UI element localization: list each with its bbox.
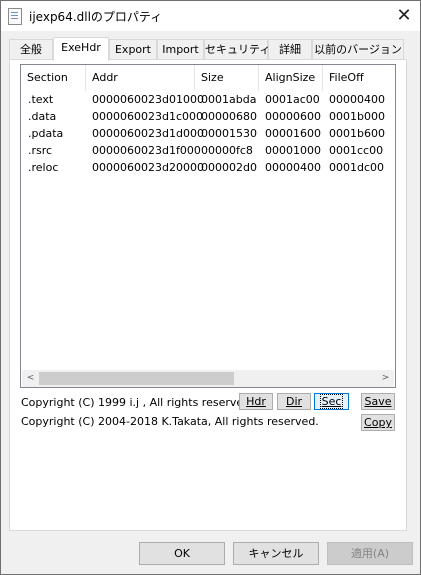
cell-alignsize: 00001600: [265, 127, 321, 140]
cell-addr: 0000060023d01000: [92, 93, 204, 106]
tab-security[interactable]: セキュリティ: [204, 39, 270, 59]
scrollbar-thumb[interactable]: [39, 372, 234, 385]
cell-addr: 0000060023d1f000: [92, 144, 201, 157]
close-icon[interactable]: ✕: [391, 4, 417, 28]
column-header-alignsize[interactable]: AlignSize: [259, 65, 323, 91]
column-header-size[interactable]: Size: [195, 65, 259, 91]
cell-section: .text: [28, 93, 54, 106]
copy-button[interactable]: Copy: [361, 414, 395, 431]
dir-button[interactable]: Dir: [277, 393, 311, 410]
copyright-line-1: Copyright (C) 1999 i.j , All rights rese…: [21, 396, 254, 409]
tab-general[interactable]: 全般: [9, 39, 53, 59]
cell-section: .data: [28, 110, 57, 123]
column-header-section[interactable]: Section: [21, 65, 86, 91]
cell-alignsize: 00000400: [265, 161, 321, 174]
dir-button-label: Dir: [285, 395, 303, 408]
sec-button[interactable]: Sec: [314, 393, 349, 410]
cell-fileoff: 0001b000: [329, 110, 385, 123]
cell-section: .reloc: [28, 161, 59, 174]
cell-fileoff: 0001dc00: [329, 161, 385, 174]
column-header-addr[interactable]: Addr: [86, 65, 195, 91]
tab-export[interactable]: Export: [109, 39, 157, 59]
scroll-left-icon[interactable]: <: [22, 370, 39, 387]
cell-alignsize: 0001ac00: [265, 93, 320, 106]
cell-size: 00000fc8: [201, 144, 253, 157]
column-header-fileoff[interactable]: FileOff: [323, 65, 395, 91]
cell-section: .rsrc: [28, 144, 53, 157]
cancel-button[interactable]: キャンセル: [233, 542, 319, 565]
document-icon: [8, 8, 22, 25]
tab-details[interactable]: 詳細: [268, 39, 312, 59]
hdr-button-label: Hdr: [246, 395, 266, 408]
cell-addr: 0000060023d1c000: [92, 110, 204, 123]
hdr-button[interactable]: Hdr: [239, 393, 273, 410]
copy-button-label: Copy: [364, 416, 392, 429]
cell-alignsize: 00001000: [265, 144, 321, 157]
sec-button-label: Sec: [319, 394, 344, 409]
cell-addr: 0000060023d20000: [92, 161, 204, 174]
save-button[interactable]: Save: [361, 393, 395, 410]
cell-fileoff: 0001b600: [329, 127, 385, 140]
list-item[interactable]: .reloc 0000060023d20000 000002d0 0000040…: [21, 159, 395, 176]
tab-strip: 全般 ExeHdr Export Import セキュリティ 詳細 以前のバージ…: [1, 37, 420, 61]
title-bar: ijexp64.dllのプロパティ ✕: [1, 1, 420, 31]
list-item[interactable]: .text 0000060023d01000 0001abda 0001ac00…: [21, 91, 395, 108]
tab-exehdr[interactable]: ExeHdr: [53, 37, 109, 61]
cell-fileoff: 00000400: [329, 93, 385, 106]
properties-dialog: ijexp64.dllのプロパティ ✕ 全般 ExeHdr Export Imp…: [0, 0, 421, 575]
cell-size: 00001530: [201, 127, 257, 140]
cell-fileoff: 0001cc00: [329, 144, 384, 157]
cell-size: 00000680: [201, 110, 257, 123]
cell-size: 000002d0: [201, 161, 257, 174]
copyright-line-2: Copyright (C) 2004-2018 K.Takata, All ri…: [21, 415, 319, 428]
cell-size: 0001abda: [201, 93, 257, 106]
list-item[interactable]: .rsrc 0000060023d1f000 00000fc8 00001000…: [21, 142, 395, 159]
list-header: Section Addr Size AlignSize FileOff: [21, 65, 395, 91]
save-button-label: Save: [364, 395, 392, 408]
cell-addr: 0000060023d1d000: [92, 127, 204, 140]
cell-alignsize: 00000600: [265, 110, 321, 123]
apply-button[interactable]: 適用(A): [327, 542, 413, 565]
horizontal-scrollbar[interactable]: < >: [22, 370, 394, 387]
ok-button[interactable]: OK: [139, 542, 225, 565]
window-title: ijexp64.dllのプロパティ: [29, 10, 163, 24]
scroll-right-icon[interactable]: >: [377, 370, 394, 387]
list-item[interactable]: .data 0000060023d1c000 00000680 00000600…: [21, 108, 395, 125]
list-item[interactable]: .pdata 0000060023d1d000 00001530 0000160…: [21, 125, 395, 142]
tab-previous-versions[interactable]: 以前のバージョン: [312, 39, 404, 59]
section-list[interactable]: Section Addr Size AlignSize FileOff .tex…: [20, 64, 396, 388]
cell-section: .pdata: [28, 127, 64, 140]
tab-import[interactable]: Import: [157, 39, 204, 59]
